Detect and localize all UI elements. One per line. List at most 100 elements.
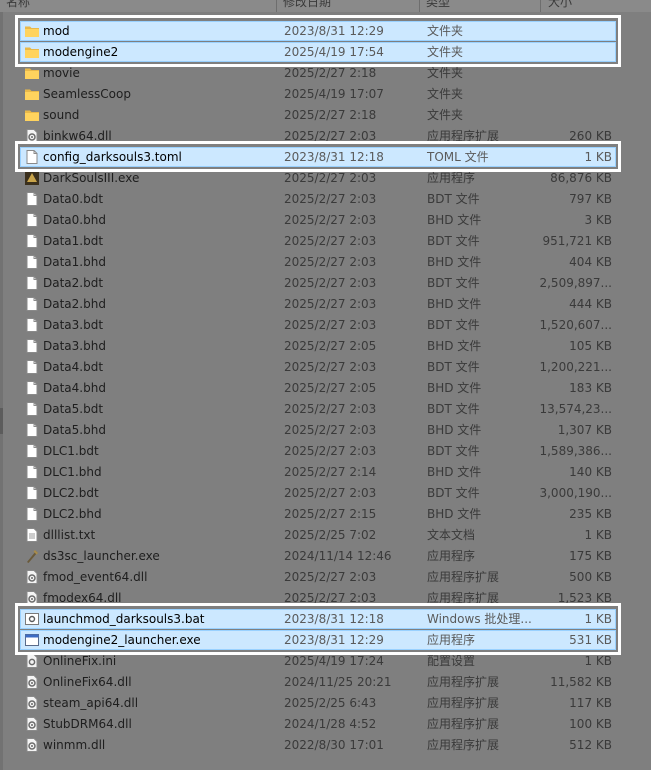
file-type: BHD 文件 [427,423,482,437]
file-type: BDT 文件 [427,192,480,206]
file-row[interactable]: mod 2023/8/31 12:29 文件夹 [0,21,651,42]
file-row[interactable]: modengine2_launcher.exe 2023/8/31 12:29 应用… [0,630,651,651]
file-row[interactable]: steam_api64.dll 2025/2/25 6:43 应用程序扩展 117 K… [0,693,651,714]
column-divider[interactable] [419,0,420,12]
column-header-type[interactable]: 类型 [426,0,450,10]
file-row[interactable]: fmod_event64.dll 2025/2/27 2:03 应用程序扩展 500 … [0,567,651,588]
file-name: Data3.bhd [43,339,106,353]
file-size: 3,000,190... [539,486,612,500]
file-date: 2025/2/27 2:03 [284,570,377,584]
column-header-bar: 名称 修改日期 类型 大小 [0,0,651,12]
file-row[interactable]: ds3sc_launcher.exe 2024/11/14 12:46 应用程序 17… [0,546,651,567]
file-row[interactable]: Data3.bhd 2025/2/27 2:05 BHD 文件 105 KB [0,336,651,357]
file-row[interactable]: DLC1.bdt 2025/2/27 2:03 BDT 文件 1,589,386... [0,441,651,462]
file-type: 应用程序扩展 [427,738,500,752]
file-row[interactable]: sound 2025/2/27 2:18 文件夹 [0,105,651,126]
file-row[interactable]: DLC1.bhd 2025/2/27 2:14 BHD 文件 140 KB [0,462,651,483]
file-row[interactable]: Data3.bdt 2025/2/27 2:03 BDT 文件 1,520,607..… [0,315,651,336]
file-size: 1,307 KB [557,423,612,437]
file-date: 2022/8/30 17:01 [284,738,384,752]
file-size: 3 KB [584,213,612,227]
file-row[interactable]: Data4.bhd 2025/2/27 2:05 BHD 文件 183 KB [0,378,651,399]
document-icon [24,317,40,333]
file-row[interactable]: OnlineFix.ini 2025/4/19 17:24 配置设置 1 KB [0,651,651,672]
file-date: 2025/4/19 17:07 [284,87,384,101]
file-type: BHD 文件 [427,297,482,311]
file-row[interactable]: OnlineFix64.dll 2024/11/25 20:21 应用程序扩展 11,… [0,672,651,693]
file-row[interactable]: Data0.bhd 2025/2/27 2:03 BHD 文件 3 KB [0,210,651,231]
file-row[interactable]: launchmod_darksouls3.bat 2023/8/31 12:18 W… [0,609,651,630]
file-type: BDT 文件 [427,360,480,374]
document-icon [24,296,40,312]
document-icon [24,443,40,459]
file-date: 2025/2/27 2:03 [284,297,377,311]
file-type: BHD 文件 [427,465,482,479]
file-name: sound [43,108,80,122]
file-row[interactable]: DLC2.bhd 2025/2/27 2:15 BHD 文件 235 KB [0,504,651,525]
document-icon [24,233,40,249]
file-row[interactable]: Data5.bhd 2025/2/27 2:03 BHD 文件 1,307 KB [0,420,651,441]
file-row[interactable]: fmodex64.dll 2025/2/27 2:03 应用程序扩展 1,523 KB [0,588,651,609]
file-row[interactable]: Data1.bdt 2025/2/27 2:03 BDT 文件 951,721 KB [0,231,651,252]
file-name: Data2.bdt [43,276,104,290]
file-type: 文件夹 [427,87,464,101]
column-header-size[interactable]: 大小 [548,0,572,10]
file-date: 2025/2/27 2:05 [284,381,377,395]
file-type: 文件夹 [427,24,464,38]
file-date: 2025/2/27 2:03 [284,360,377,374]
file-date: 2025/2/27 2:03 [284,423,377,437]
file-row[interactable]: Data4.bdt 2025/2/27 2:03 BDT 文件 1,200,221..… [0,357,651,378]
file-date: 2024/11/25 20:21 [284,675,392,689]
file-row[interactable]: movie 2025/2/27 2:18 文件夹 [0,63,651,84]
file-size: 260 KB [569,129,612,143]
file-date: 2025/2/27 2:18 [284,108,377,122]
file-size: 175 KB [569,549,612,563]
file-type: BHD 文件 [427,381,482,395]
dll-icon [24,674,40,690]
file-row[interactable]: modengine2 2025/4/19 17:54 文件夹 [0,42,651,63]
file-size: 140 KB [569,465,612,479]
file-size: 531 KB [569,633,612,647]
file-date: 2025/2/27 2:14 [284,465,377,479]
column-header-date[interactable]: 修改日期 [283,0,331,10]
file-row[interactable]: Data2.bdt 2025/2/27 2:03 BDT 文件 2,509,897..… [0,273,651,294]
file-row[interactable]: SeamlessCoop 2025/4/19 17:07 文件夹 [0,84,651,105]
file-date: 2025/2/27 2:18 [284,66,377,80]
file-size: 512 KB [569,738,612,752]
file-name: Data2.bhd [43,297,106,311]
file-type: BHD 文件 [427,213,482,227]
file-size: 444 KB [569,297,612,311]
file-row[interactable]: Data5.bdt 2025/2/27 2:03 BDT 文件 13,574,23..… [0,399,651,420]
file-row[interactable]: DLC2.bdt 2025/2/27 2:03 BDT 文件 3,000,190... [0,483,651,504]
file-row[interactable]: config_darksouls3.toml 2023/8/31 12:18 TOM… [0,147,651,168]
file-row[interactable]: StubDRM64.dll 2024/1/28 4:52 应用程序扩展 100 KB [0,714,651,735]
column-header-name[interactable]: 名称 [6,0,30,10]
file-date: 2023/8/31 12:18 [284,612,384,626]
file-row[interactable]: Data1.bhd 2025/2/27 2:03 BHD 文件 404 KB [0,252,651,273]
file-row[interactable]: winmm.dll 2022/8/30 17:01 应用程序扩展 512 KB [0,735,651,756]
column-divider[interactable] [540,0,541,12]
file-type: BDT 文件 [427,234,480,248]
file-name: OnlineFix.ini [43,654,117,668]
file-row[interactable]: binkw64.dll 2025/2/27 2:03 应用程序扩展 260 KB [0,126,651,147]
game-exe-icon [24,170,40,186]
file-type: BHD 文件 [427,507,482,521]
file-type: 应用程序 [427,633,476,647]
column-divider[interactable] [276,0,277,12]
file-row[interactable]: dlllist.txt 2025/2/25 7:02 文本文档 1 KB [0,525,651,546]
file-row[interactable]: DarkSoulsIII.exe 2025/2/27 2:03 应用程序 86,876… [0,168,651,189]
file-date: 2025/2/27 2:03 [284,234,377,248]
file-row[interactable]: Data0.bdt 2025/2/27 2:03 BDT 文件 797 KB [0,189,651,210]
file-name: dlllist.txt [43,528,96,542]
file-date: 2025/2/27 2:03 [284,171,377,185]
file-row[interactable]: Data2.bhd 2025/2/27 2:03 BHD 文件 444 KB [0,294,651,315]
file-size: 100 KB [569,717,612,731]
folder-icon [24,44,40,60]
dll-icon [24,737,40,753]
file-type: TOML 文件 [427,150,489,164]
file-name: Data5.bhd [43,423,106,437]
file-size: 86,876 KB [550,171,612,185]
file-type: BDT 文件 [427,444,480,458]
file-date: 2024/1/28 4:52 [284,717,377,731]
folder-icon [24,65,40,81]
